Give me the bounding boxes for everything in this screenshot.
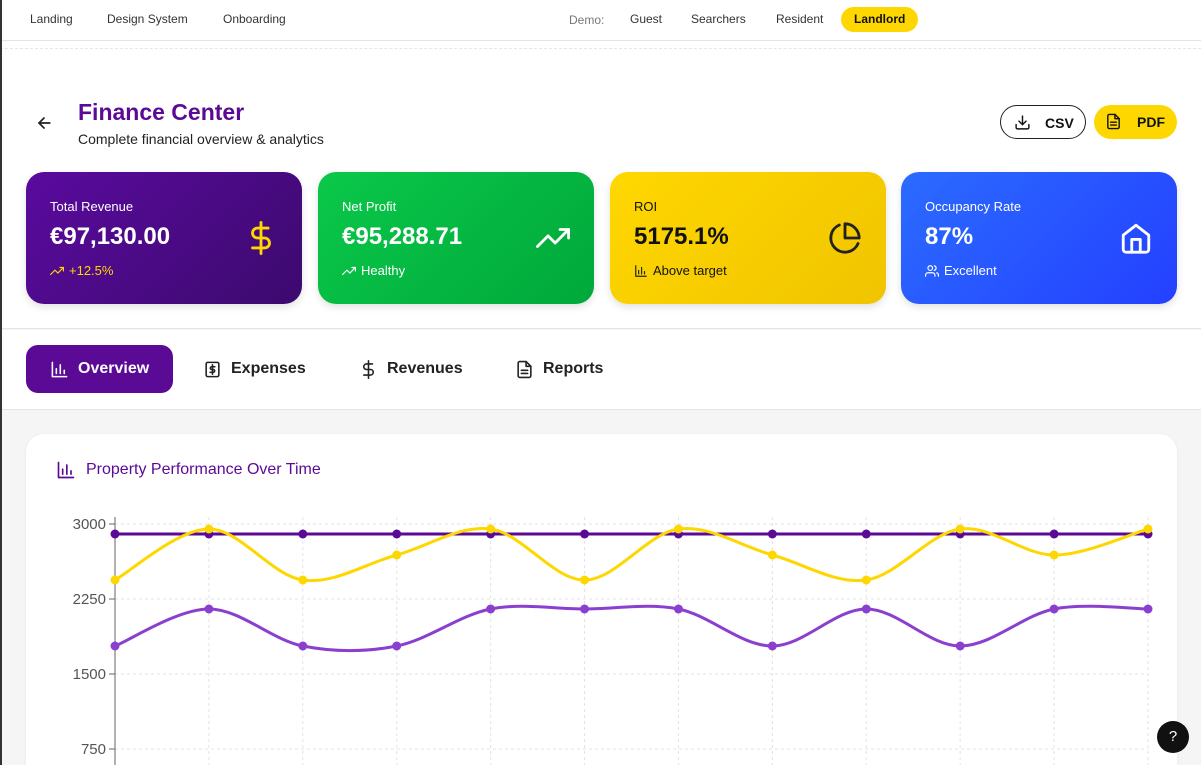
pie-chart-icon (829, 222, 861, 254)
receipt-icon (205, 361, 220, 377)
dollar-icon (251, 221, 271, 255)
trending-up-icon (50, 266, 64, 275)
page-subtitle: Complete financial overview & analytics (78, 131, 324, 147)
window-edge (0, 0, 2, 765)
kpi-card-net-profit: Net Profit €95,288.71 Healthy (318, 172, 594, 304)
help-button[interactable]: ? (1157, 721, 1189, 753)
kpi-label: ROI (634, 199, 658, 214)
trending-up-icon (342, 266, 356, 275)
chart-title: Property Performance Over Time (56, 460, 321, 480)
trending-up-icon (536, 228, 570, 248)
csv-label: CSV (1045, 115, 1074, 131)
top-nav: Landing Design System Onboarding Demo: G… (0, 0, 1201, 41)
kpi-sub: +12.5% (50, 263, 113, 278)
export-csv-button[interactable]: CSV (1000, 105, 1086, 139)
pdf-label: PDF (1137, 114, 1165, 130)
file-icon (517, 360, 532, 378)
demo-searchers-button[interactable]: Searchers (691, 7, 746, 32)
tab-label: Expenses (231, 360, 306, 377)
kpi-sub: Healthy (342, 263, 405, 278)
kpi-card-roi: ROI 5175.1% Above target (610, 172, 886, 304)
kpi-value: €97,130.00 (50, 223, 171, 250)
nav-divider (0, 41, 1201, 49)
finance-header: Finance Center Complete financial overvi… (0, 49, 1201, 329)
kpi-sub-text: Excellent (944, 263, 997, 278)
file-text-icon (1107, 113, 1120, 130)
kpi-label: Net Profit (342, 199, 397, 214)
tab-overview[interactable]: Overview (26, 345, 174, 393)
tab-revenues[interactable]: Revenues (359, 345, 463, 393)
kpi-value: 87% (925, 223, 974, 250)
page-title: Finance Center (78, 99, 245, 125)
nav-link-onboarding[interactable]: Onboarding (223, 12, 286, 26)
tab-label: Revenues (387, 360, 463, 377)
kpi-sub: Excellent (925, 263, 997, 278)
kpi-label: Total Revenue (50, 199, 134, 214)
kpi-sub-text: +12.5% (69, 263, 114, 278)
users-icon (925, 264, 939, 277)
kpi-value: 5175.1% (634, 223, 729, 250)
nav-link-design-system[interactable]: Design System (107, 12, 188, 26)
bar-chart-icon (57, 461, 75, 479)
bar-chart-icon (51, 361, 68, 377)
kpi-card-total-revenue: Total Revenue €97,130.00 +12.5% (26, 172, 302, 304)
home-icon (1121, 223, 1151, 254)
export-pdf-button[interactable]: PDF (1094, 105, 1177, 139)
download-icon (1015, 115, 1030, 130)
kpi-card-occupancy-rate: Occupancy Rate 87% Excellent (901, 172, 1177, 304)
tab-expenses[interactable]: Expenses (203, 345, 306, 393)
kpi-label: Occupancy Rate (925, 199, 1022, 214)
demo-landlord-button[interactable]: Landlord (841, 7, 919, 32)
demo-resident-button[interactable]: Resident (776, 7, 823, 32)
kpi-value: €95,288.71 (342, 223, 463, 250)
chart-panel (26, 434, 1177, 765)
back-arrow-icon[interactable] (34, 113, 54, 133)
tab-reports[interactable]: Reports (515, 345, 603, 393)
chart-title-text: Property Performance Over Time (86, 461, 321, 478)
kpi-sub-text: Healthy (361, 263, 406, 278)
bar-chart-icon (635, 264, 647, 277)
demo-guest-button[interactable]: Guest (630, 7, 662, 32)
demo-label: Demo: (569, 13, 605, 27)
kpi-sub: Above target (634, 263, 727, 278)
nav-link-landing[interactable]: Landing (30, 12, 73, 26)
tab-label: Reports (543, 360, 604, 377)
kpi-sub-text: Above target (653, 263, 727, 278)
finance-tabs: Overview Expenses Revenues Reports (0, 330, 1201, 410)
tab-label: Overview (78, 360, 150, 377)
dollar-icon (362, 359, 374, 379)
